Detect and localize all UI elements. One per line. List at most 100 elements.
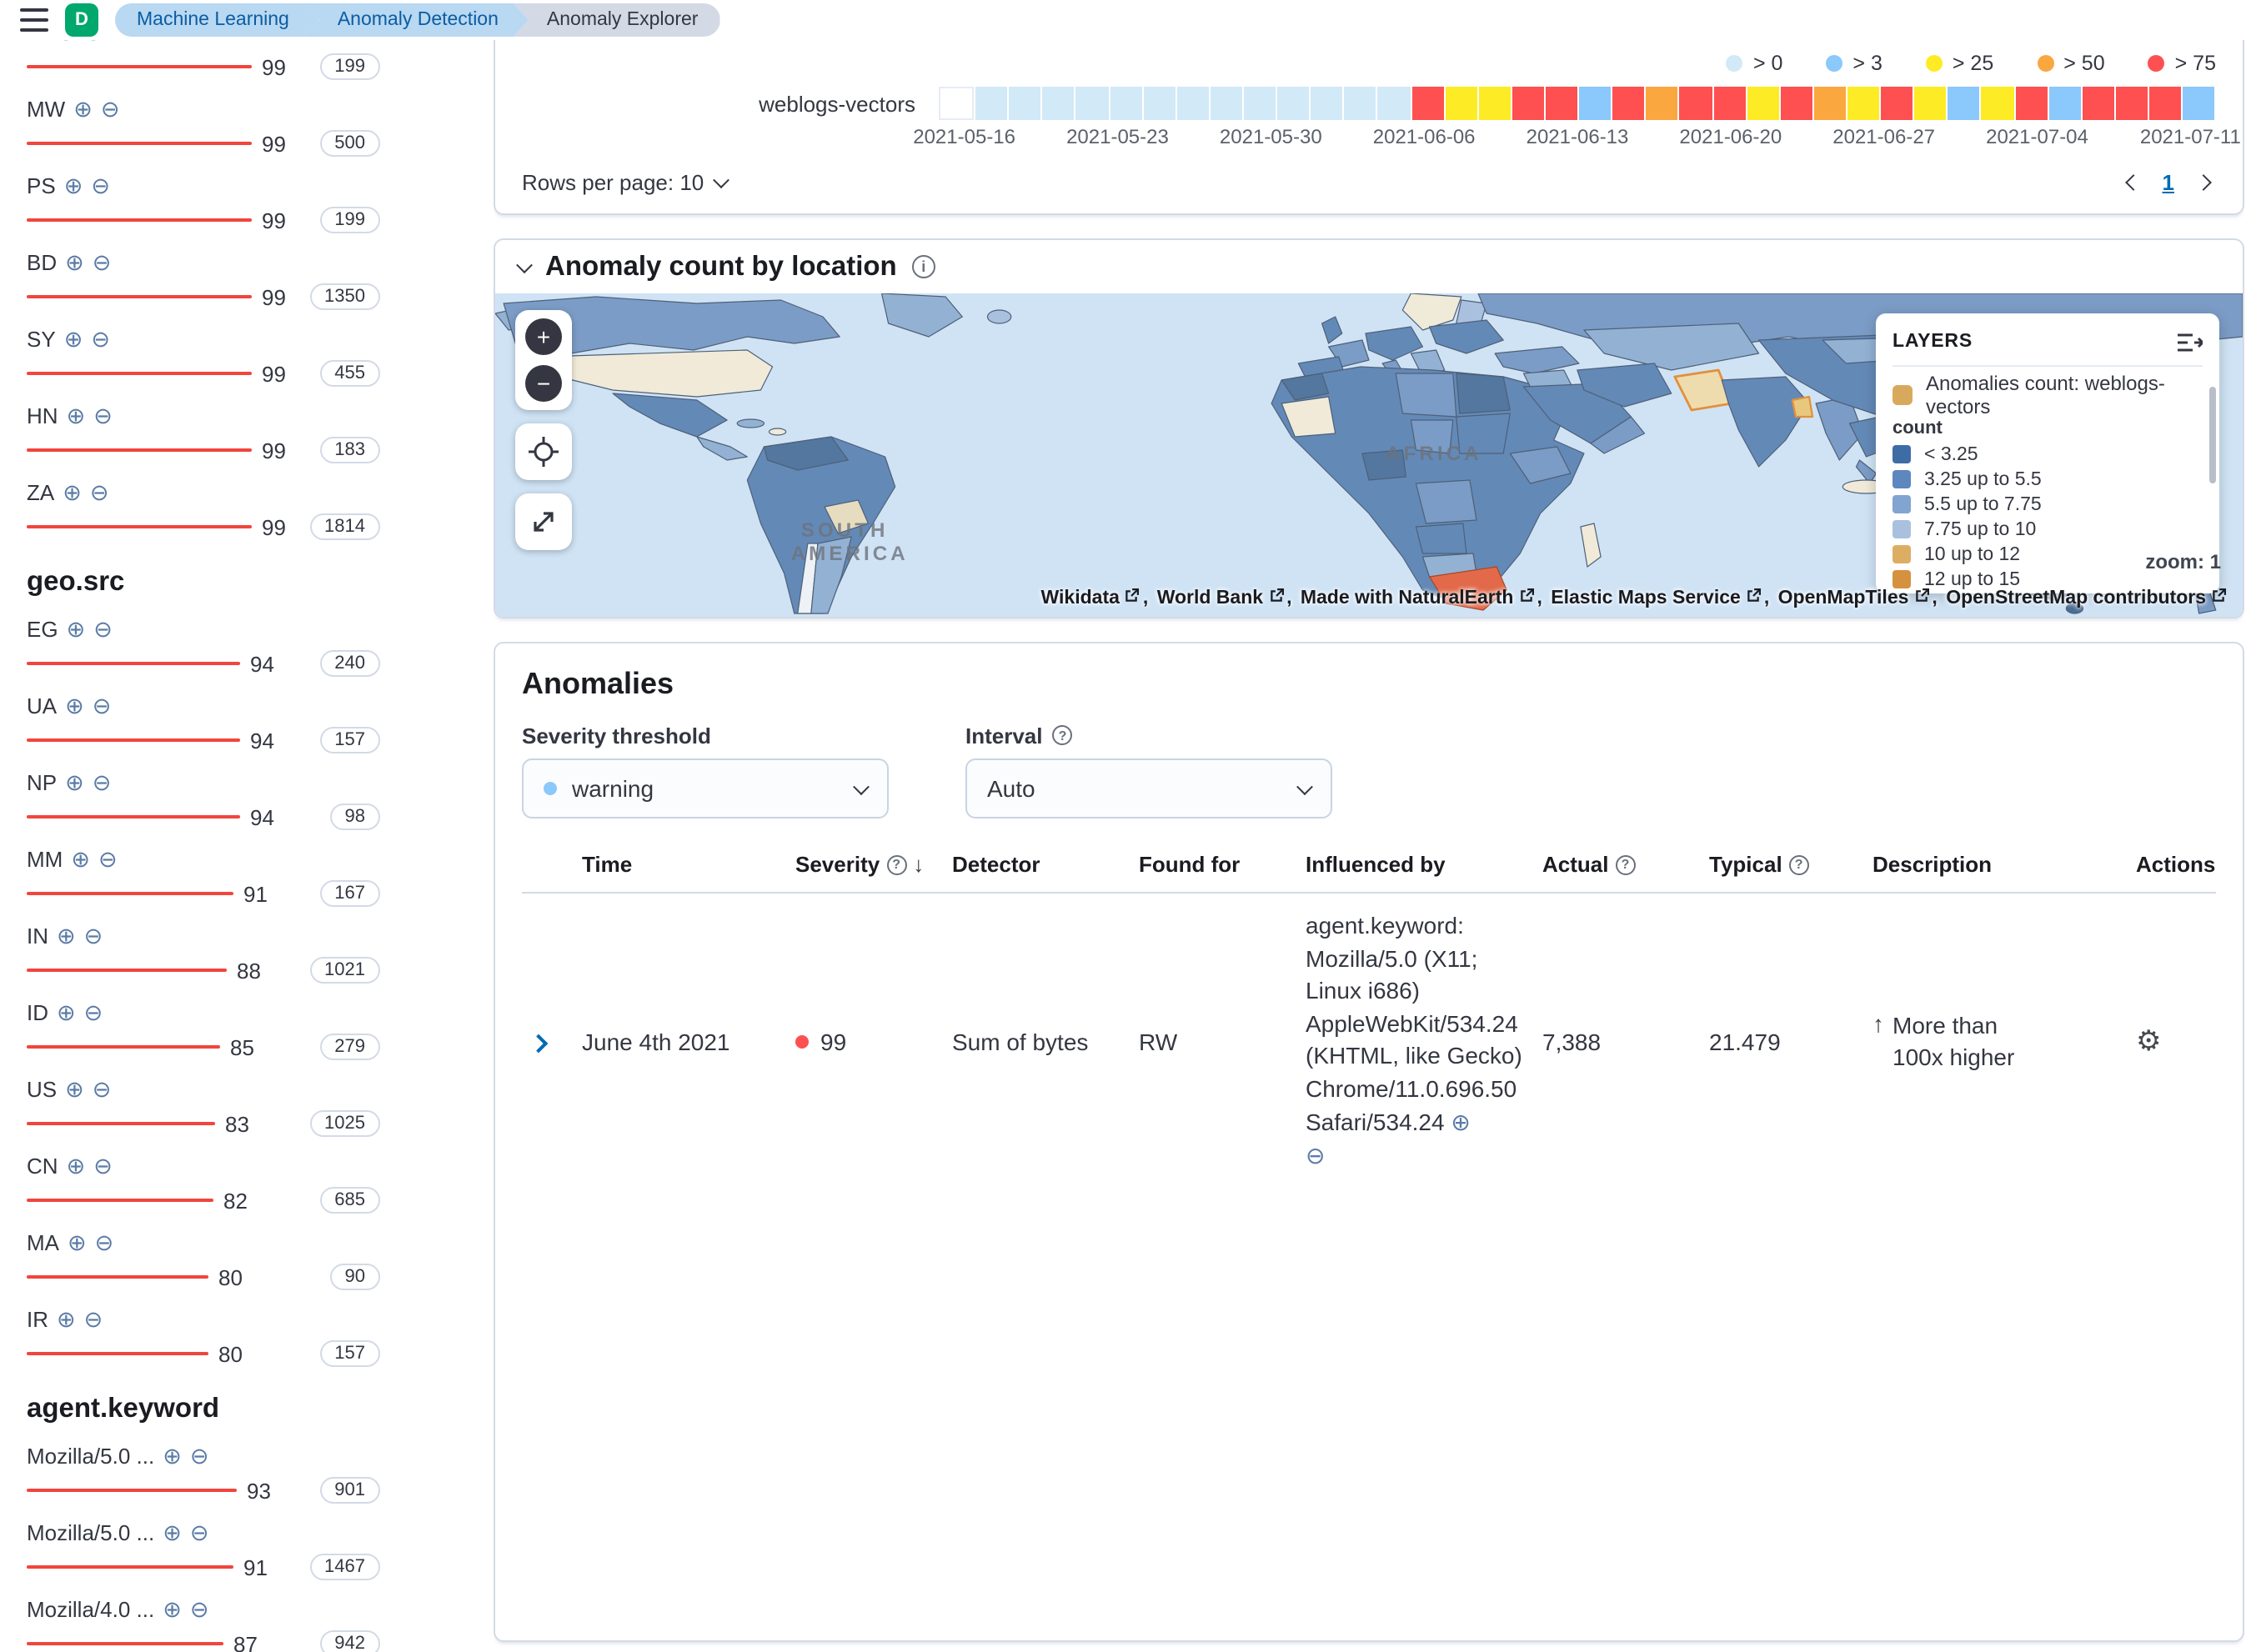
breadcrumb-anomaly-explorer[interactable]: Anomaly Explorer xyxy=(514,3,720,37)
swimlane-cell[interactable] xyxy=(1579,87,1611,120)
add-filter-icon[interactable]: ⊕ xyxy=(57,40,76,43)
remove-filter-icon[interactable]: ⊖ xyxy=(190,1522,209,1544)
add-filter-icon[interactable]: ⊕ xyxy=(63,482,82,503)
remove-filter-icon[interactable]: ⊖ xyxy=(95,1232,114,1254)
influencer-value-label[interactable]: NI xyxy=(27,40,48,45)
remove-filter-icon[interactable]: ⊖ xyxy=(84,1002,103,1024)
attribution-link-wikidata[interactable]: Wikidata xyxy=(1041,588,1140,608)
column-header-severity[interactable]: Severity?↓ xyxy=(795,852,935,877)
swimlane-cell[interactable] xyxy=(1647,87,1678,120)
add-filter-icon[interactable]: ⊕ xyxy=(65,695,84,717)
column-header-time[interactable]: Time xyxy=(582,852,779,877)
add-filter-icon[interactable]: ⊕ xyxy=(163,1445,182,1467)
swimlane-cell[interactable] xyxy=(1881,87,1913,120)
attribution-link-made-with-naturalearth[interactable]: Made with NaturalEarth xyxy=(1301,588,1534,608)
add-filter-icon[interactable]: ⊕ xyxy=(65,1079,84,1100)
add-filter-icon[interactable]: ⊕ xyxy=(67,1155,86,1177)
add-filter-icon[interactable]: ⊕ xyxy=(57,1002,76,1024)
remove-filter-icon[interactable]: ⊖ xyxy=(93,1155,113,1177)
influencer-value-label[interactable]: IN xyxy=(27,924,48,949)
influencer-value-label[interactable]: MM xyxy=(27,847,63,872)
influencer-value-label[interactable]: UA xyxy=(27,693,57,718)
space-avatar[interactable]: D xyxy=(65,3,98,37)
swimlane-cell[interactable] xyxy=(1143,87,1175,120)
swimlane-cell[interactable] xyxy=(1411,87,1443,120)
interval-select[interactable]: Auto xyxy=(965,758,1332,818)
remove-filter-icon[interactable]: ⊖ xyxy=(84,1309,103,1330)
influencer-value-label[interactable]: CN xyxy=(27,1154,58,1179)
attribution-link-openstreetmap-contributors[interactable]: OpenStreetMap contributors xyxy=(1946,588,2226,608)
remove-filter-icon[interactable]: ⊖ xyxy=(93,618,113,640)
swimlane-cell[interactable] xyxy=(1043,87,1075,120)
expand-row-button[interactable] xyxy=(529,1034,549,1054)
layers-scrollbar[interactable] xyxy=(2209,387,2216,483)
influencer-value-label[interactable]: US xyxy=(27,1077,57,1102)
remove-filter-icon[interactable]: ⊖ xyxy=(93,1079,112,1100)
swimlane-cell[interactable] xyxy=(1713,87,1745,120)
influencer-value-label[interactable]: MA xyxy=(27,1230,59,1255)
collapse-layers-icon[interactable] xyxy=(2178,331,2203,353)
swimlane-cell[interactable] xyxy=(1780,87,1812,120)
add-filter-icon[interactable]: ⊕ xyxy=(67,618,86,640)
help-icon[interactable]: ? xyxy=(886,854,906,874)
swimlane-cell[interactable] xyxy=(1076,87,1108,120)
swimlane-cell[interactable] xyxy=(1345,87,1376,120)
map[interactable]: AFRICA SOUTH AMERICA + − xyxy=(495,293,2243,617)
add-filter-icon[interactable]: ⊕ xyxy=(64,175,83,197)
remove-filter-icon[interactable]: ⊖ xyxy=(84,40,103,43)
remove-filter-icon[interactable]: ⊖ xyxy=(98,849,118,870)
add-filter-icon[interactable]: ⊕ xyxy=(67,405,86,427)
map-locate-button[interactable] xyxy=(515,423,572,480)
remove-filter-icon[interactable]: ⊖ xyxy=(190,1445,209,1467)
remove-filter-icon[interactable]: ⊖ xyxy=(1306,1144,1325,1170)
rows-per-page-button[interactable]: Rows per page: 10 xyxy=(522,169,727,194)
remove-filter-icon[interactable]: ⊖ xyxy=(93,772,112,793)
column-header-typical[interactable]: Typical? xyxy=(1709,852,1856,877)
add-filter-icon[interactable]: ⊕ xyxy=(73,98,93,120)
influencer-value-label[interactable]: EG xyxy=(27,617,58,642)
remove-filter-icon[interactable]: ⊖ xyxy=(190,1599,209,1620)
remove-filter-icon[interactable]: ⊖ xyxy=(93,252,112,273)
add-filter-icon[interactable]: ⊕ xyxy=(71,849,90,870)
influencer-value-label[interactable]: SY xyxy=(27,327,56,352)
influencer-value-label[interactable]: NP xyxy=(27,770,57,795)
column-header-detector[interactable]: Detector xyxy=(952,852,1122,877)
influencer-value-label[interactable]: Mozilla/5.0 ... xyxy=(27,1444,154,1469)
influencer-value-label[interactable]: BD xyxy=(27,250,57,275)
add-filter-icon[interactable]: ⊕ xyxy=(68,1232,87,1254)
swimlane-cell[interactable] xyxy=(1110,87,1141,120)
influencer-value-label[interactable]: ZA xyxy=(27,480,54,505)
severity-threshold-select[interactable]: warning xyxy=(522,758,889,818)
remove-filter-icon[interactable]: ⊖ xyxy=(90,482,109,503)
swimlane-cell[interactable] xyxy=(1009,87,1040,120)
swimlane-cell[interactable] xyxy=(975,87,1007,120)
influencer-value-label[interactable]: Mozilla/5.0 ... xyxy=(27,1520,154,1545)
add-filter-icon[interactable]: ⊕ xyxy=(57,1309,76,1330)
swimlane-cell[interactable] xyxy=(1177,87,1209,120)
attribution-link-world-bank[interactable]: World Bank xyxy=(1157,588,1283,608)
help-icon[interactable]: ? xyxy=(1053,725,1073,745)
swimlane-cell[interactable] xyxy=(1847,87,1879,120)
swimlane-cell[interactable] xyxy=(2116,87,2148,120)
swimlane-cell[interactable] xyxy=(2183,87,2214,120)
gear-icon[interactable]: ⚙ xyxy=(2136,1026,2162,1059)
influencer-value-label[interactable]: MW xyxy=(27,97,65,122)
page-1-button[interactable]: 1 xyxy=(2163,169,2174,194)
influencer-value-label[interactable]: Mozilla/4.0 ... xyxy=(27,1597,154,1622)
info-icon[interactable]: i xyxy=(912,255,935,278)
remove-filter-icon[interactable]: ⊖ xyxy=(84,925,103,947)
remove-filter-icon[interactable]: ⊖ xyxy=(101,98,120,120)
remove-filter-icon[interactable]: ⊖ xyxy=(93,695,112,717)
column-header-actions[interactable]: Actions xyxy=(2136,852,2216,877)
attribution-link-elastic-maps-service[interactable]: Elastic Maps Service xyxy=(1551,588,1761,608)
help-icon[interactable]: ? xyxy=(1615,854,1635,874)
swimlane-cell[interactable] xyxy=(1211,87,1242,120)
swimlane-cell[interactable] xyxy=(1244,87,1276,120)
swimlane-cell[interactable] xyxy=(1546,87,1577,120)
influencer-value-label[interactable]: ID xyxy=(27,1000,48,1025)
influencer-value-label[interactable]: IR xyxy=(27,1307,48,1332)
remove-filter-icon[interactable]: ⊖ xyxy=(93,405,113,427)
add-filter-icon[interactable]: ⊕ xyxy=(57,925,76,947)
swimlane-cell[interactable] xyxy=(1311,87,1342,120)
remove-filter-icon[interactable]: ⊖ xyxy=(91,328,110,350)
